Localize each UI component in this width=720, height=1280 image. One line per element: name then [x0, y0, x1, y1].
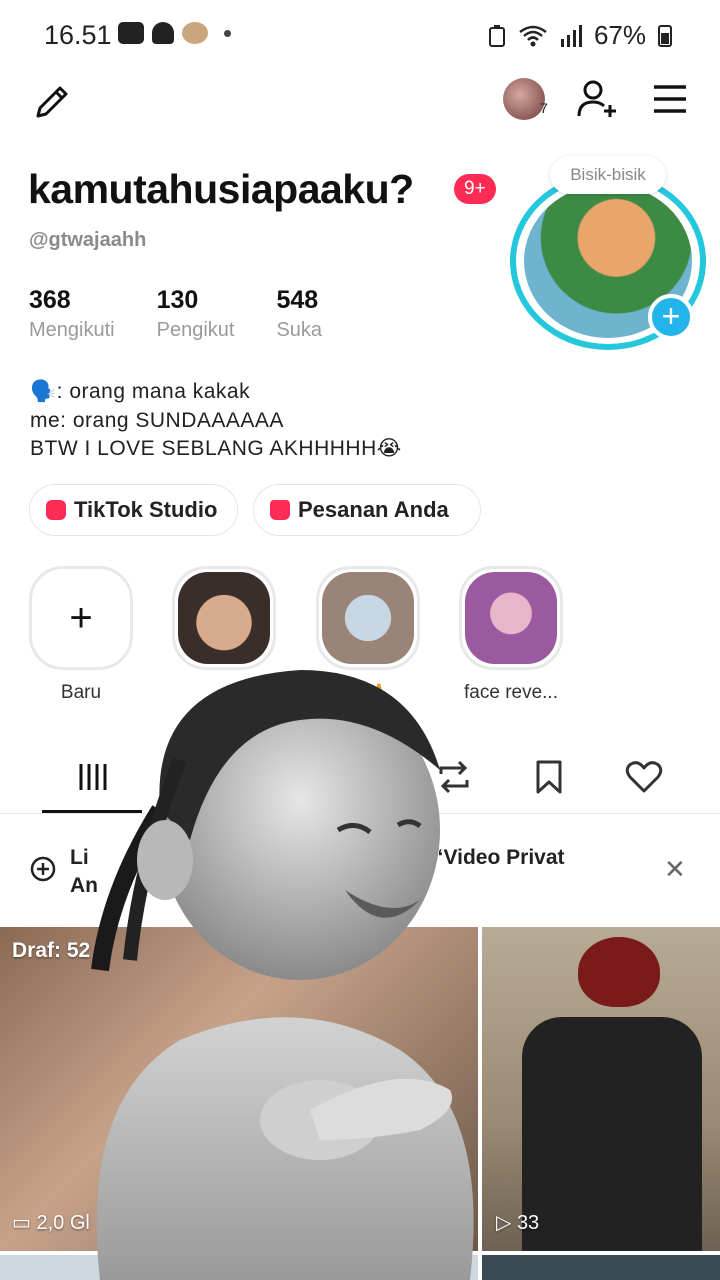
bookmark-icon — [536, 760, 562, 794]
studio-icon — [46, 500, 66, 520]
stat-following[interactable]: 368 Mengikuti — [29, 286, 115, 342]
more-notifications-icon — [224, 29, 231, 37]
stat-likes[interactable]: 548 Suka — [276, 286, 322, 342]
stat-value: 368 — [29, 286, 71, 314]
status-right: 67% — [488, 20, 672, 51]
wifi-icon — [519, 25, 547, 46]
status-time: 16.51 — [44, 20, 112, 50]
account-count: 7 — [540, 100, 548, 116]
profile-handle: @gtwajaahh — [29, 229, 147, 251]
whisper-bubble[interactable]: Bisik-bisik — [550, 156, 666, 194]
stat-label: Mengikuti — [29, 319, 115, 341]
bio-line: 🗣️: orang mana kakak — [30, 380, 251, 403]
status-bar: 16.51 67% — [0, 0, 720, 70]
close-icon[interactable]: ✕ — [664, 854, 686, 885]
stat-value: 548 — [276, 286, 319, 314]
stat-followers[interactable]: 130 Pengikut — [157, 286, 235, 342]
tab-liked[interactable] — [596, 740, 692, 814]
stat-label: Pengikut — [156, 319, 235, 341]
stat-label: Suka — [276, 319, 323, 341]
top-nav: 7 — [0, 70, 720, 130]
notification-badge[interactable]: 9+ — [454, 174, 496, 204]
tiktok-studio-button[interactable]: TikTok Studio — [29, 484, 238, 536]
orders-button[interactable]: Pesanan Anda — [253, 484, 481, 536]
battery-icon — [658, 24, 672, 47]
video-thumbnail-head — [578, 937, 660, 1007]
menu-icon[interactable] — [652, 82, 688, 116]
account-switcher-avatar[interactable] — [503, 78, 545, 120]
overlay-child-image — [91, 670, 474, 1280]
view-count-value: 33 — [516, 1212, 540, 1234]
plus-icon: + — [69, 595, 93, 640]
battery-percent: 67% — [593, 20, 646, 50]
video-tile-partial[interactable] — [482, 1255, 720, 1280]
profile-stats: 368 Mengikuti 130 Pengikut 548 Suka — [29, 286, 364, 342]
bio-line: BTW I LOVE SEBLANG AKHHHHH😭 — [30, 437, 402, 460]
shopping-bag-icon — [270, 500, 290, 520]
profile-bio: 🗣️: orang mana kakak me: orang SUNDAAAAA… — [30, 378, 402, 464]
youtube-icon — [118, 22, 144, 44]
bio-line: me: orang SUNDAAAAAA — [30, 408, 284, 432]
add-story-button[interactable]: + — [648, 294, 694, 340]
chip-label: TikTok Studio — [74, 497, 218, 522]
add-circle-icon — [30, 856, 56, 882]
profile-username: kamutahusiapaaku? — [28, 166, 414, 212]
add-friend-icon[interactable] — [576, 78, 618, 120]
tab-saved[interactable] — [501, 740, 597, 814]
video-tile[interactable]: ▷ 33 — [482, 927, 720, 1251]
battery-saver-icon — [488, 24, 505, 47]
signal-icon — [560, 24, 582, 47]
video-thumbnail-figure — [522, 1017, 702, 1251]
edit-profile-icon[interactable] — [30, 80, 74, 124]
app-notification-icon — [182, 22, 208, 44]
heart-icon — [625, 761, 663, 793]
notification-icons — [118, 22, 231, 44]
snapchat-icon — [152, 22, 174, 44]
stat-value: 130 — [156, 286, 199, 314]
chip-label: Pesanan Anda — [298, 497, 449, 522]
